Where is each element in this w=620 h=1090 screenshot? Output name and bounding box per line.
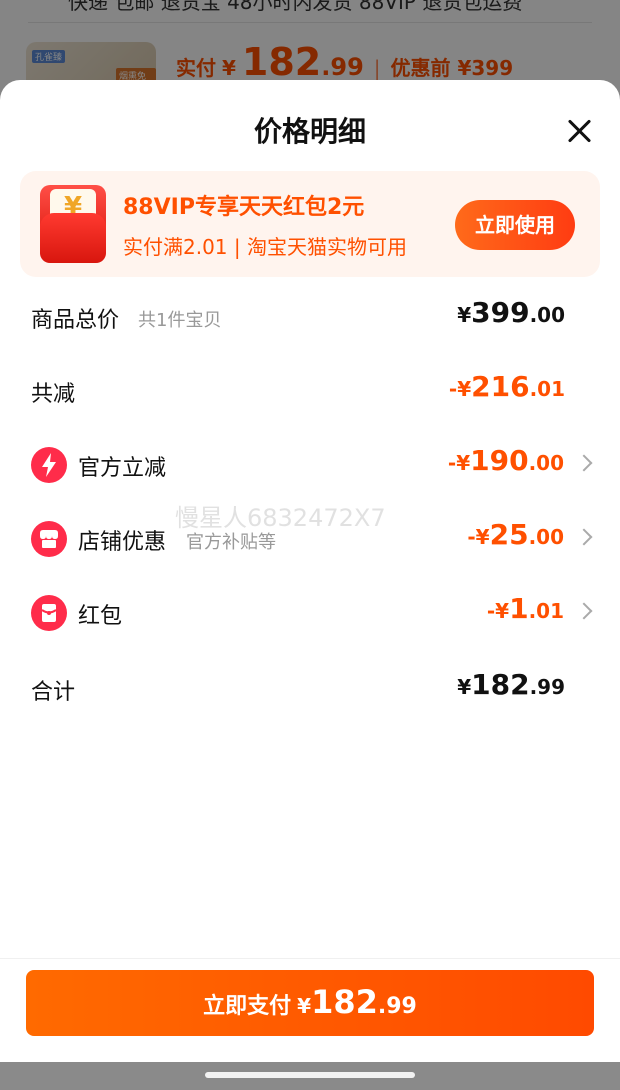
red-packet-icon: ¥ [40, 185, 106, 263]
use-now-button[interactable]: 立即使用 [455, 200, 575, 250]
pay-now-button[interactable]: 立即支付 ¥ 182 .99 [26, 970, 594, 1036]
price-decimal: .99 [529, 675, 565, 699]
row-label: 红包 [78, 604, 123, 629]
price-currency: ¥ [457, 303, 472, 327]
price-currency: -¥ [486, 599, 510, 623]
price-decimal: .01 [528, 599, 564, 623]
price-decimal: .01 [529, 377, 565, 401]
row-total-discount: 共减 -¥ 216 .01 [0, 366, 620, 416]
price-integer: 399 [471, 296, 530, 329]
pay-button-currency: ¥ [297, 994, 312, 1018]
row-red-packet[interactable]: 红包 -¥ 1 .01 [0, 588, 620, 638]
price-integer: 216 [471, 370, 530, 403]
row-sublabel: 共1件宝贝 [138, 310, 222, 331]
goods-total-price: ¥ 399 .00 [457, 296, 565, 329]
chevron-right-icon[interactable] [575, 602, 593, 620]
vip-red-packet-banner: ¥ 88VIP专享天天红包2元 实付满2.01 | 淘宝天猫实物可用 立即使用 [20, 171, 600, 277]
price-decimal: .00 [528, 451, 564, 475]
price-decimal: .00 [529, 303, 565, 327]
price-currency: -¥ [467, 525, 490, 549]
pay-button-label: 立即支付 [203, 994, 292, 1019]
promo-subtitle: 实付满2.01 | 淘宝天猫实物可用 [123, 235, 407, 259]
price-currency: -¥ [447, 451, 471, 475]
row-label: 合计 [31, 680, 76, 705]
lightning-icon [31, 447, 67, 483]
row-label: 官方立减 [78, 456, 167, 481]
promo-title: 88VIP专享天天红包2元 [123, 195, 365, 220]
sheet-title: 价格明细 [253, 115, 366, 148]
chevron-right-icon[interactable] [575, 454, 593, 472]
price-decimal: .00 [528, 525, 564, 549]
watermark: 慢星人6832472X7 [175, 504, 386, 532]
store-icon [31, 521, 67, 557]
price-integer: 25 [489, 518, 529, 551]
pay-button-integer: 182 [311, 983, 378, 1021]
price-integer: 1 [509, 592, 529, 625]
home-indicator[interactable] [205, 1072, 415, 1078]
row-official-discount[interactable]: 官方立减 -¥ 190 .00 [0, 440, 620, 490]
price-detail-sheet: 价格明细 ¥ 88VIP专享天天红包2元 实付满2.01 | 淘宝天猫实物可用 … [0, 80, 620, 1062]
row-sum: 合计 ¥ 182 .99 [0, 664, 620, 714]
system-nav-bar [0, 1062, 620, 1090]
close-icon[interactable] [566, 117, 594, 145]
row-label: 共减 [31, 382, 76, 407]
store-discount-price: -¥ 25 .00 [467, 518, 564, 551]
official-discount-price: -¥ 190 .00 [448, 444, 564, 477]
total-discount-price: -¥ 216 .01 [449, 370, 565, 403]
row-label: 店铺优惠 [78, 530, 167, 555]
price-integer: 190 [470, 444, 529, 477]
row-label: 商品总价 [31, 308, 120, 333]
price-currency: ¥ [457, 675, 472, 699]
chevron-right-icon[interactable] [575, 528, 593, 546]
row-goods-total: 商品总价 共1件宝贝 ¥ 399 .00 [0, 292, 620, 342]
footer-divider [0, 958, 620, 959]
pay-button-decimal: .99 [377, 994, 417, 1019]
red-packet-icon [31, 595, 67, 631]
sum-price: ¥ 182 .99 [457, 668, 565, 701]
price-currency: -¥ [448, 377, 472, 401]
red-packet-price: -¥ 1 .01 [487, 592, 564, 625]
price-integer: 182 [471, 668, 530, 701]
